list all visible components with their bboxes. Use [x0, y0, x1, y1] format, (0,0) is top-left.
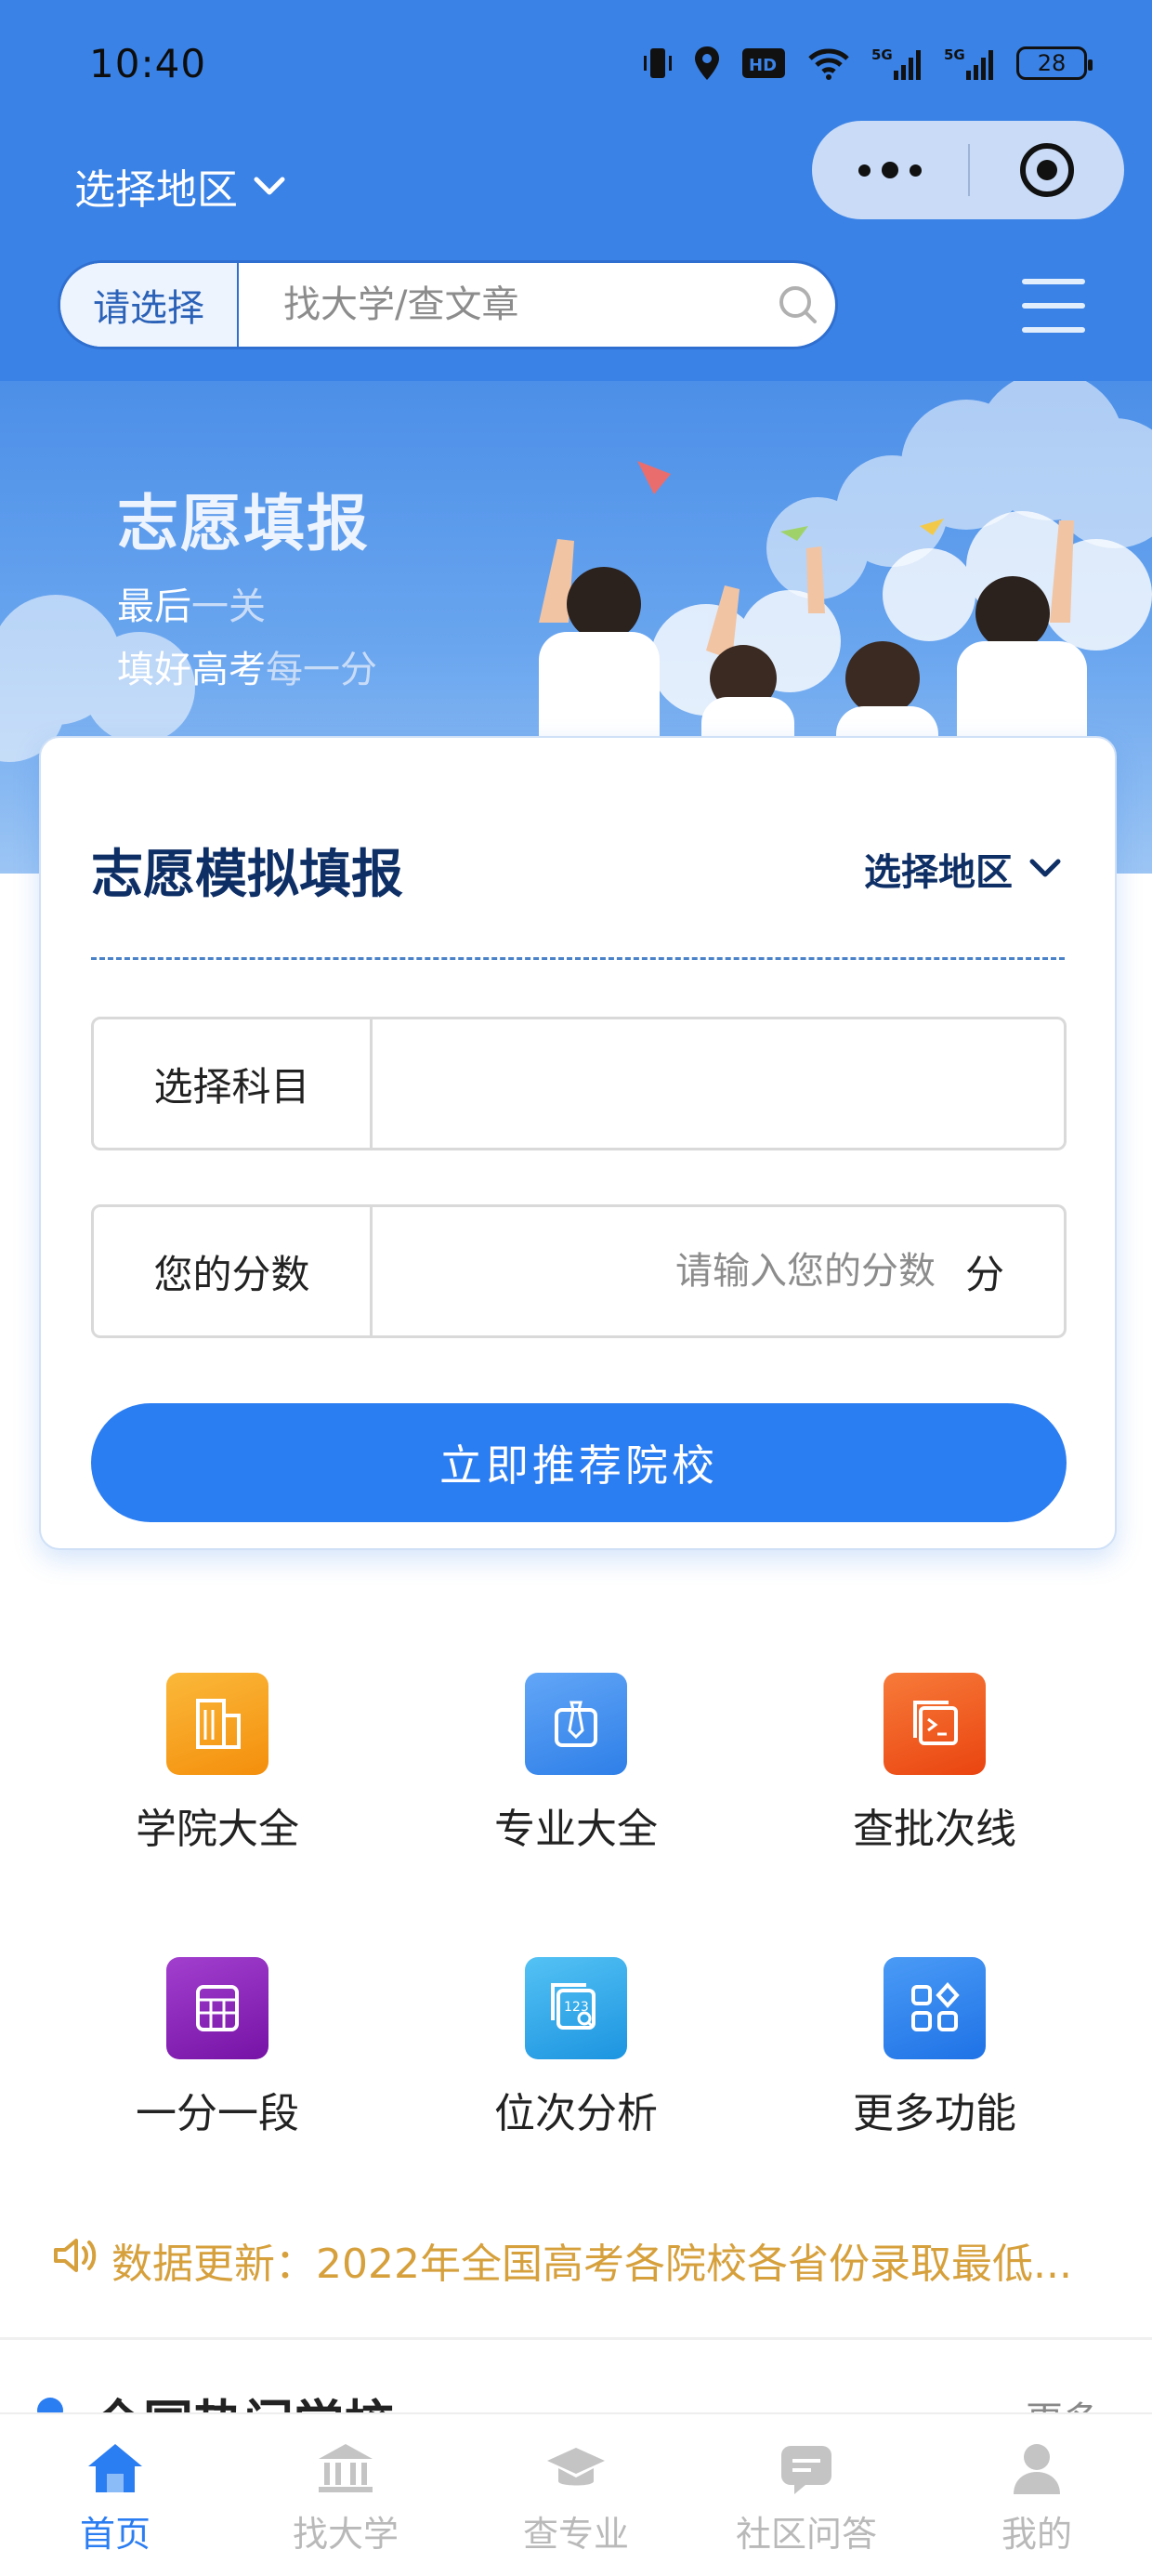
miniprogram-capsule [812, 121, 1124, 219]
tab-label: 首页 [79, 2514, 151, 2555]
card-title: 志愿模拟填报 [91, 845, 403, 905]
status-time: 10:40 [89, 41, 207, 86]
recommend-schools-button[interactable]: 立即推荐院校 [91, 1403, 1067, 1522]
top-header: 10:40 HD 5G 5G 28 选择地区 请选择 找大学/查文章 [0, 0, 1152, 381]
tie-icon [525, 1673, 627, 1775]
tab-label: 我的 [1001, 2514, 1072, 2555]
data-update-notice[interactable]: 数据更新：2022年全国高考各院校各省份录取最低... [52, 2230, 1102, 2290]
chevron-down-icon [1028, 848, 1063, 890]
subject-label: 选择科目 [94, 1019, 373, 1148]
mock-application-card: 志愿模拟填报 选择地区 选择科目 您的分数 分 立即推荐院校 [39, 736, 1117, 1550]
feature-colleges[interactable]: 学院大全 [78, 1673, 357, 1855]
search-icon[interactable] [761, 282, 835, 328]
header-region-selector[interactable]: 选择地区 [74, 156, 288, 216]
chevron-down-icon [251, 163, 288, 210]
score-input[interactable] [600, 1250, 936, 1293]
svg-text:HD: HD [749, 56, 777, 75]
feature-label: 一分一段 [136, 2090, 299, 2137]
tab-community-qa[interactable]: 社区问答 [691, 2414, 922, 2576]
section-title: 全国热门学校 [93, 2383, 394, 2416]
status-icons: HD 5G 5G 28 [643, 45, 1093, 82]
score-row: 您的分数 分 [91, 1204, 1067, 1338]
status-bar: 10:40 HD 5G 5G 28 [0, 0, 1152, 139]
tab-home[interactable]: 首页 [0, 2414, 230, 2576]
more-options-button[interactable] [812, 121, 968, 219]
notice-text: 数据更新：2022年全国高考各院校各省份录取最低... [111, 2241, 1072, 2288]
university-icon [319, 2444, 373, 2492]
feature-rank-analysis[interactable]: 123 位次分析 [437, 1957, 715, 2139]
feature-batch-line[interactable]: 查批次线 [795, 1673, 1074, 1855]
rank-search-icon: 123 [525, 1957, 627, 2059]
search-input[interactable] [239, 283, 761, 326]
banner-subtitle-line1: 最后一关 [117, 585, 266, 628]
target-icon [1020, 143, 1074, 197]
graduation-cap-icon [547, 2448, 605, 2486]
signal-5g-icon: 5G [871, 45, 923, 82]
card-region-label: 选择地区 [864, 851, 1013, 894]
speaker-icon [52, 2235, 98, 2286]
bottom-tab-bar: 首页 找大学 查专业 社区问答 我的 [0, 2412, 1152, 2576]
feature-more[interactable]: 更多功能 [795, 1957, 1074, 2139]
tab-profile[interactable]: 我的 [922, 2414, 1152, 2576]
banner-title: 志愿填报 [117, 488, 370, 559]
section-divider [0, 2337, 1152, 2340]
tab-label: 社区问答 [735, 2514, 877, 2555]
tab-label: 找大学 [292, 2514, 399, 2555]
wifi-icon [806, 45, 851, 82]
tab-find-major[interactable]: 查专业 [461, 2414, 691, 2576]
score-label: 您的分数 [94, 1207, 373, 1335]
calculator-icon [166, 1957, 268, 2059]
dashed-divider [91, 957, 1065, 960]
banner-subtitle-line2: 填好高考每一分 [117, 649, 377, 691]
subject-select[interactable] [373, 1019, 1064, 1148]
battery-icon: 28 [1016, 46, 1093, 80]
feature-label: 位次分析 [494, 2090, 658, 2137]
search-bar: 请选择 [58, 260, 838, 349]
grid-apps-icon [884, 1957, 986, 2059]
signal-5g-icon-2: 5G [944, 45, 996, 82]
svg-text:5G: 5G [871, 46, 893, 63]
svg-text:5G: 5G [944, 46, 965, 63]
feature-label: 查批次线 [853, 1806, 1016, 1853]
feature-label: 学院大全 [136, 1806, 299, 1853]
search-category-select[interactable]: 请选择 [60, 263, 239, 347]
score-unit: 分 [964, 1251, 1004, 1297]
hot-schools-section-header: 全国热门学校 更多 [0, 2379, 1152, 2416]
feature-label: 专业大全 [494, 1806, 658, 1853]
subject-row[interactable]: 选择科目 [91, 1017, 1067, 1150]
home-icon [88, 2444, 142, 2492]
location-icon [693, 45, 721, 82]
hd-icon: HD [741, 45, 786, 82]
header-region-label: 选择地区 [74, 166, 238, 214]
close-miniprogram-button[interactable] [970, 121, 1124, 219]
hamburger-menu-icon[interactable] [1022, 279, 1085, 333]
vibrate-icon [643, 45, 673, 82]
card-region-selector[interactable]: 选择地区 [864, 842, 1063, 896]
tab-label: 查专业 [522, 2514, 629, 2555]
user-icon [1014, 2444, 1060, 2494]
feature-label: 更多功能 [853, 2090, 1016, 2137]
chat-icon [781, 2446, 831, 2494]
building-icon [166, 1673, 268, 1775]
feature-score-segment[interactable]: 一分一段 [78, 1957, 357, 2139]
feature-majors[interactable]: 专业大全 [437, 1673, 715, 1855]
tab-find-university[interactable]: 找大学 [230, 2414, 461, 2576]
terminal-icon [884, 1673, 986, 1775]
